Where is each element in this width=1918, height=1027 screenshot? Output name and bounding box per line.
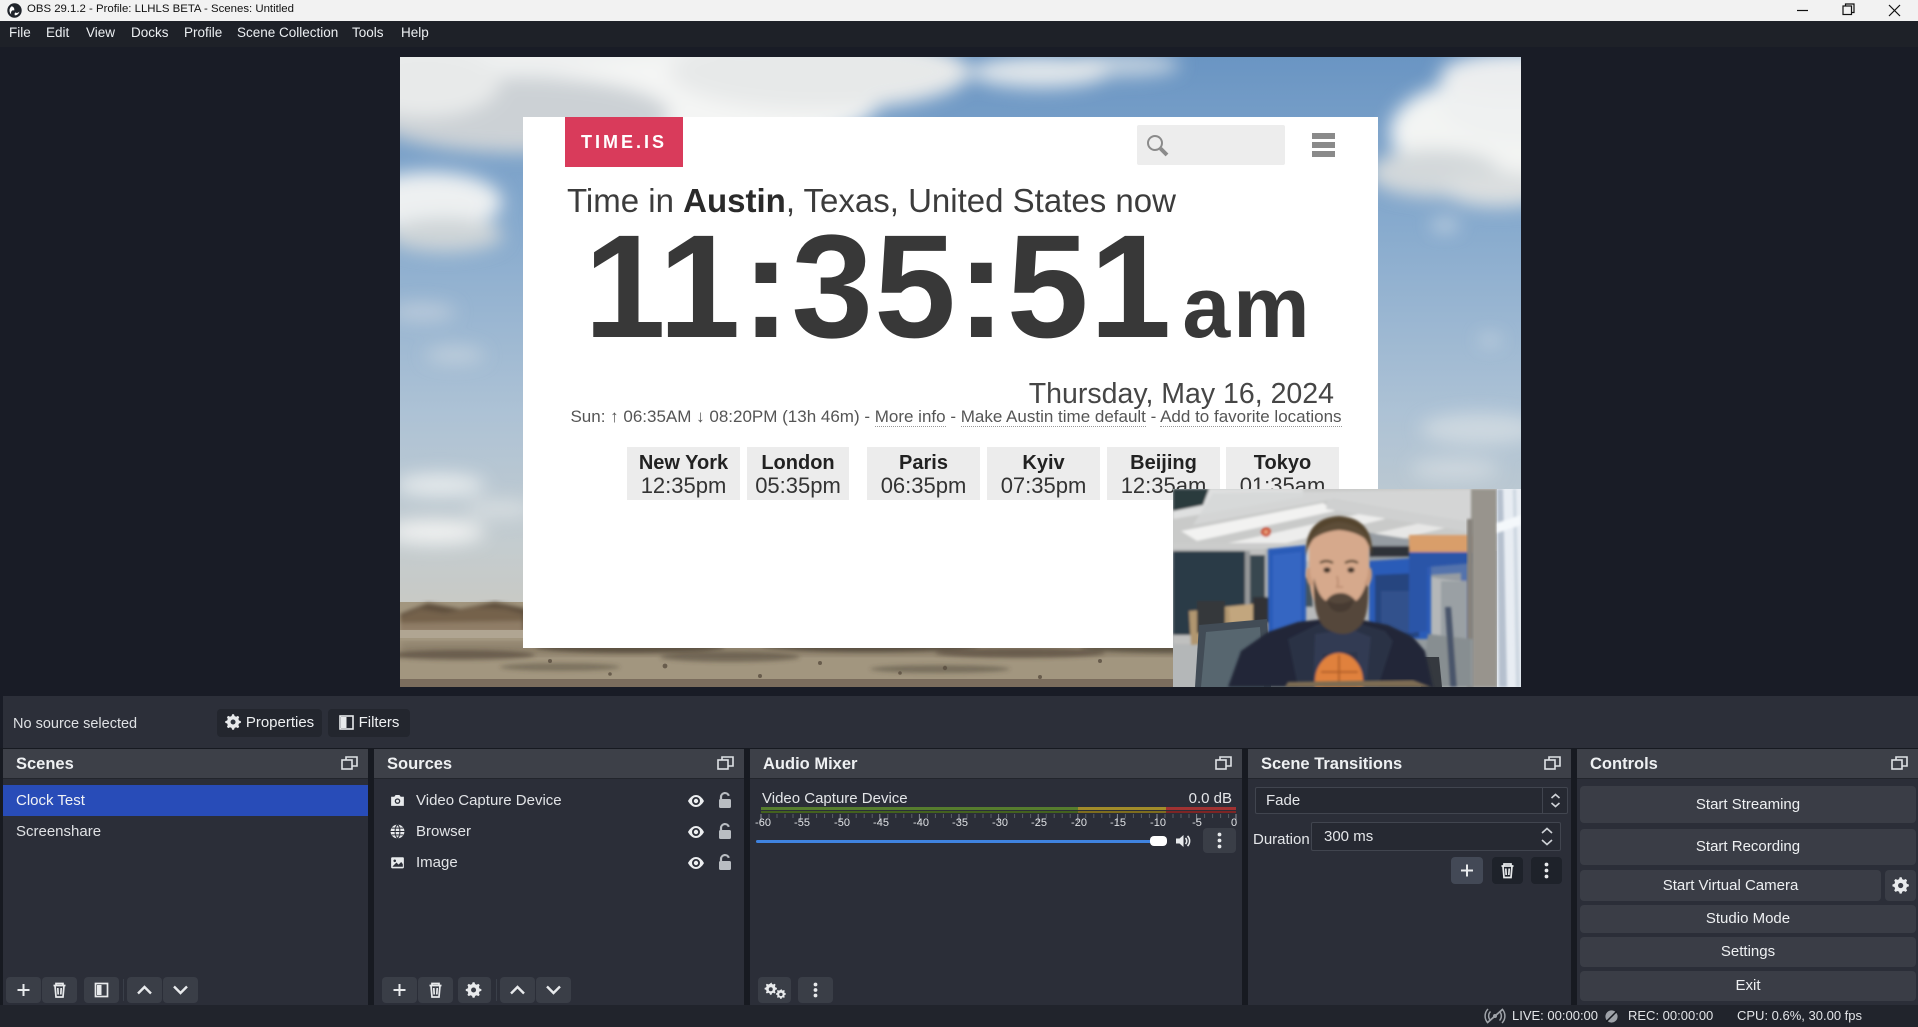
svg-text:-15: -15: [1110, 817, 1126, 829]
svg-text:-55: -55: [794, 817, 810, 829]
svg-text:-30: -30: [992, 817, 1008, 829]
svg-text:-60: -60: [755, 817, 771, 829]
svg-text:-35: -35: [952, 817, 968, 829]
svg-text:-10: -10: [1150, 817, 1166, 829]
svg-text:-20: -20: [1071, 817, 1087, 829]
svg-text:-50: -50: [834, 817, 850, 829]
svg-text:-5: -5: [1192, 817, 1202, 829]
svg-text:-25: -25: [1031, 817, 1047, 829]
svg-text:-40: -40: [913, 817, 929, 829]
svg-text:-45: -45: [873, 817, 889, 829]
